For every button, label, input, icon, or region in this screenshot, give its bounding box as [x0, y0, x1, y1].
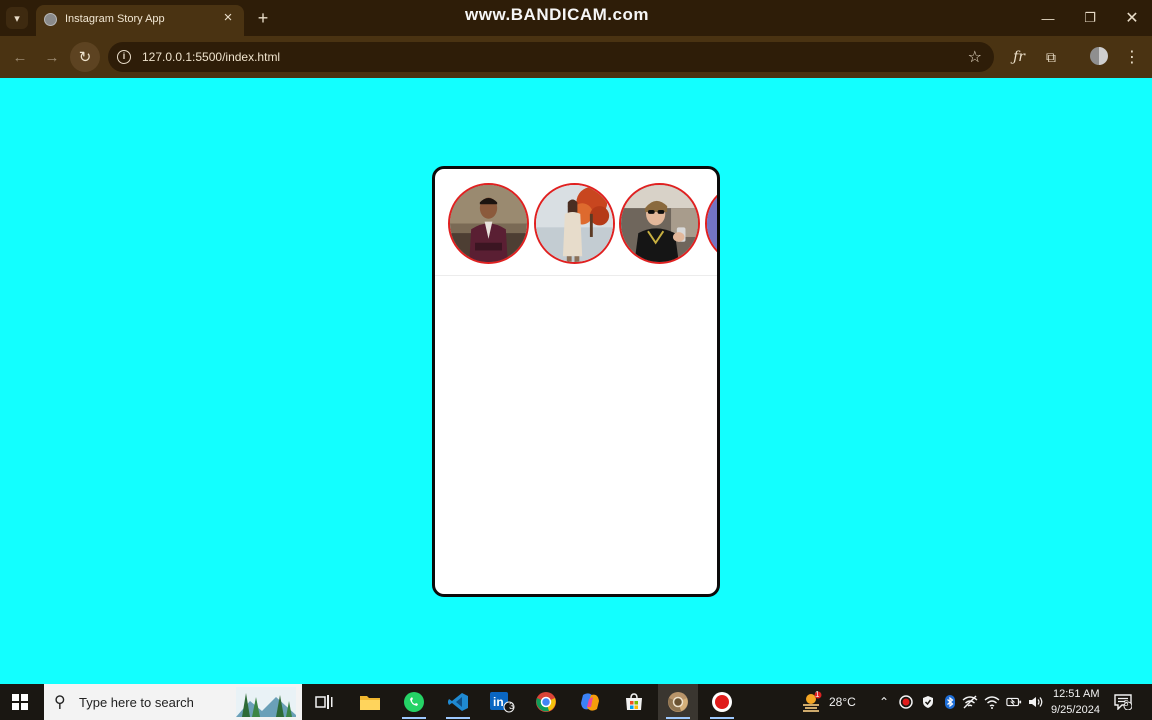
shield-security-icon[interactable] — [920, 694, 936, 710]
recording-watermark: www.BANDICAM.com — [465, 5, 649, 24]
windows-start-icon[interactable] — [12, 694, 28, 710]
tab-search-icon[interactable]: ▾ — [6, 7, 28, 29]
clock-date[interactable]: 9/25/2024 — [1051, 704, 1100, 716]
minimize-icon[interactable]: — — [1036, 6, 1060, 30]
linkedin-icon[interactable]: in 3 — [482, 684, 522, 720]
back-arrow-icon[interactable]: ← — [8, 45, 32, 69]
search-icon: ⚲ — [54, 694, 66, 711]
restore-icon[interactable]: ❐ — [1078, 6, 1102, 30]
search-highlight-icon — [236, 687, 296, 717]
reload-button[interactable]: ↻ — [70, 42, 100, 72]
taskbar-search-box[interactable]: ⚲ Type here to search — [44, 684, 302, 720]
person-photo-icon — [707, 185, 717, 262]
vscode-icon[interactable] — [438, 684, 478, 720]
clock-time[interactable]: 12:51 AM — [1053, 688, 1099, 700]
windows-taskbar: ⚲ Type here to search in 3 1 28°C ⌃ 12:5… — [0, 684, 1152, 720]
url-text: 127.0.0.1:5500/index.html — [142, 50, 281, 64]
address-bar[interactable]: i 127.0.0.1:5500/index.html ☆ — [108, 42, 994, 72]
temperature-text: 28°C — [829, 695, 856, 709]
font-extension-icon[interactable]: ƒr — [1007, 45, 1031, 69]
story-avatar-woman-autumn[interactable] — [534, 183, 615, 264]
story-app-container — [432, 166, 720, 597]
battery-icon[interactable] — [1006, 694, 1022, 710]
network-off-icon[interactable] — [962, 694, 978, 710]
chevron-up-icon[interactable]: ⌃ — [876, 694, 892, 710]
story-avatar-man-suit[interactable] — [448, 183, 529, 264]
forward-arrow-icon[interactable]: → — [40, 45, 64, 69]
tab-title: Instagram Story App — [65, 13, 165, 25]
browser-toolbar: ← → ↻ i 127.0.0.1:5500/index.html ☆ ƒr ⧉… — [0, 36, 1152, 78]
microsoft-store-icon[interactable] — [614, 684, 654, 720]
browser-titlebar: ▾ Instagram Story App × + www.BANDICAM.c… — [0, 0, 1152, 36]
file-explorer-icon[interactable] — [350, 684, 390, 720]
linkedin-badge: 3 — [509, 701, 515, 711]
person-photo-icon — [450, 185, 527, 262]
globe-icon — [44, 13, 57, 26]
window-close-icon[interactable]: ✕ — [1120, 6, 1144, 30]
site-info-icon[interactable]: i — [117, 50, 131, 64]
person-photo-icon — [621, 185, 698, 262]
bandicam-record-icon[interactable] — [702, 684, 742, 720]
record-indicator-icon[interactable] — [898, 694, 914, 710]
story-avatar-man-sunglasses[interactable] — [619, 183, 700, 264]
close-tab-icon[interactable]: × — [220, 10, 236, 26]
search-placeholder: Type here to search — [79, 695, 194, 710]
reload-icon: ↻ — [78, 49, 92, 66]
weather-badge: 1 — [815, 690, 820, 699]
extensions-puzzle-icon[interactable]: ⧉ — [1039, 45, 1063, 69]
person-photo-icon — [536, 185, 613, 262]
whatsapp-icon[interactable] — [394, 684, 434, 720]
bookmark-star-icon[interactable]: ☆ — [968, 47, 982, 67]
notification-count: 5 — [1124, 699, 1129, 708]
wifi-icon[interactable] — [984, 694, 1000, 710]
copilot-icon[interactable] — [570, 684, 610, 720]
svg-text:in: in — [493, 695, 504, 709]
speaker-volume-icon[interactable] — [1028, 694, 1044, 710]
chrome-icon[interactable] — [526, 684, 566, 720]
stories-bar[interactable] — [435, 169, 717, 276]
bluetooth-icon[interactable] — [942, 694, 958, 710]
profile-avatar-icon[interactable] — [1090, 47, 1108, 65]
new-tab-icon[interactable]: + — [252, 7, 274, 29]
browser-tab[interactable]: Instagram Story App × — [36, 5, 244, 36]
chrome-active-window-icon[interactable] — [658, 684, 698, 720]
story-avatar-partial[interactable] — [705, 183, 717, 264]
weather-icon[interactable]: 1 — [800, 690, 822, 713]
more-menu-icon[interactable]: ⋮ — [1120, 45, 1144, 69]
task-view-icon[interactable] — [304, 684, 344, 720]
notification-center-icon[interactable]: 5 — [1113, 693, 1133, 711]
